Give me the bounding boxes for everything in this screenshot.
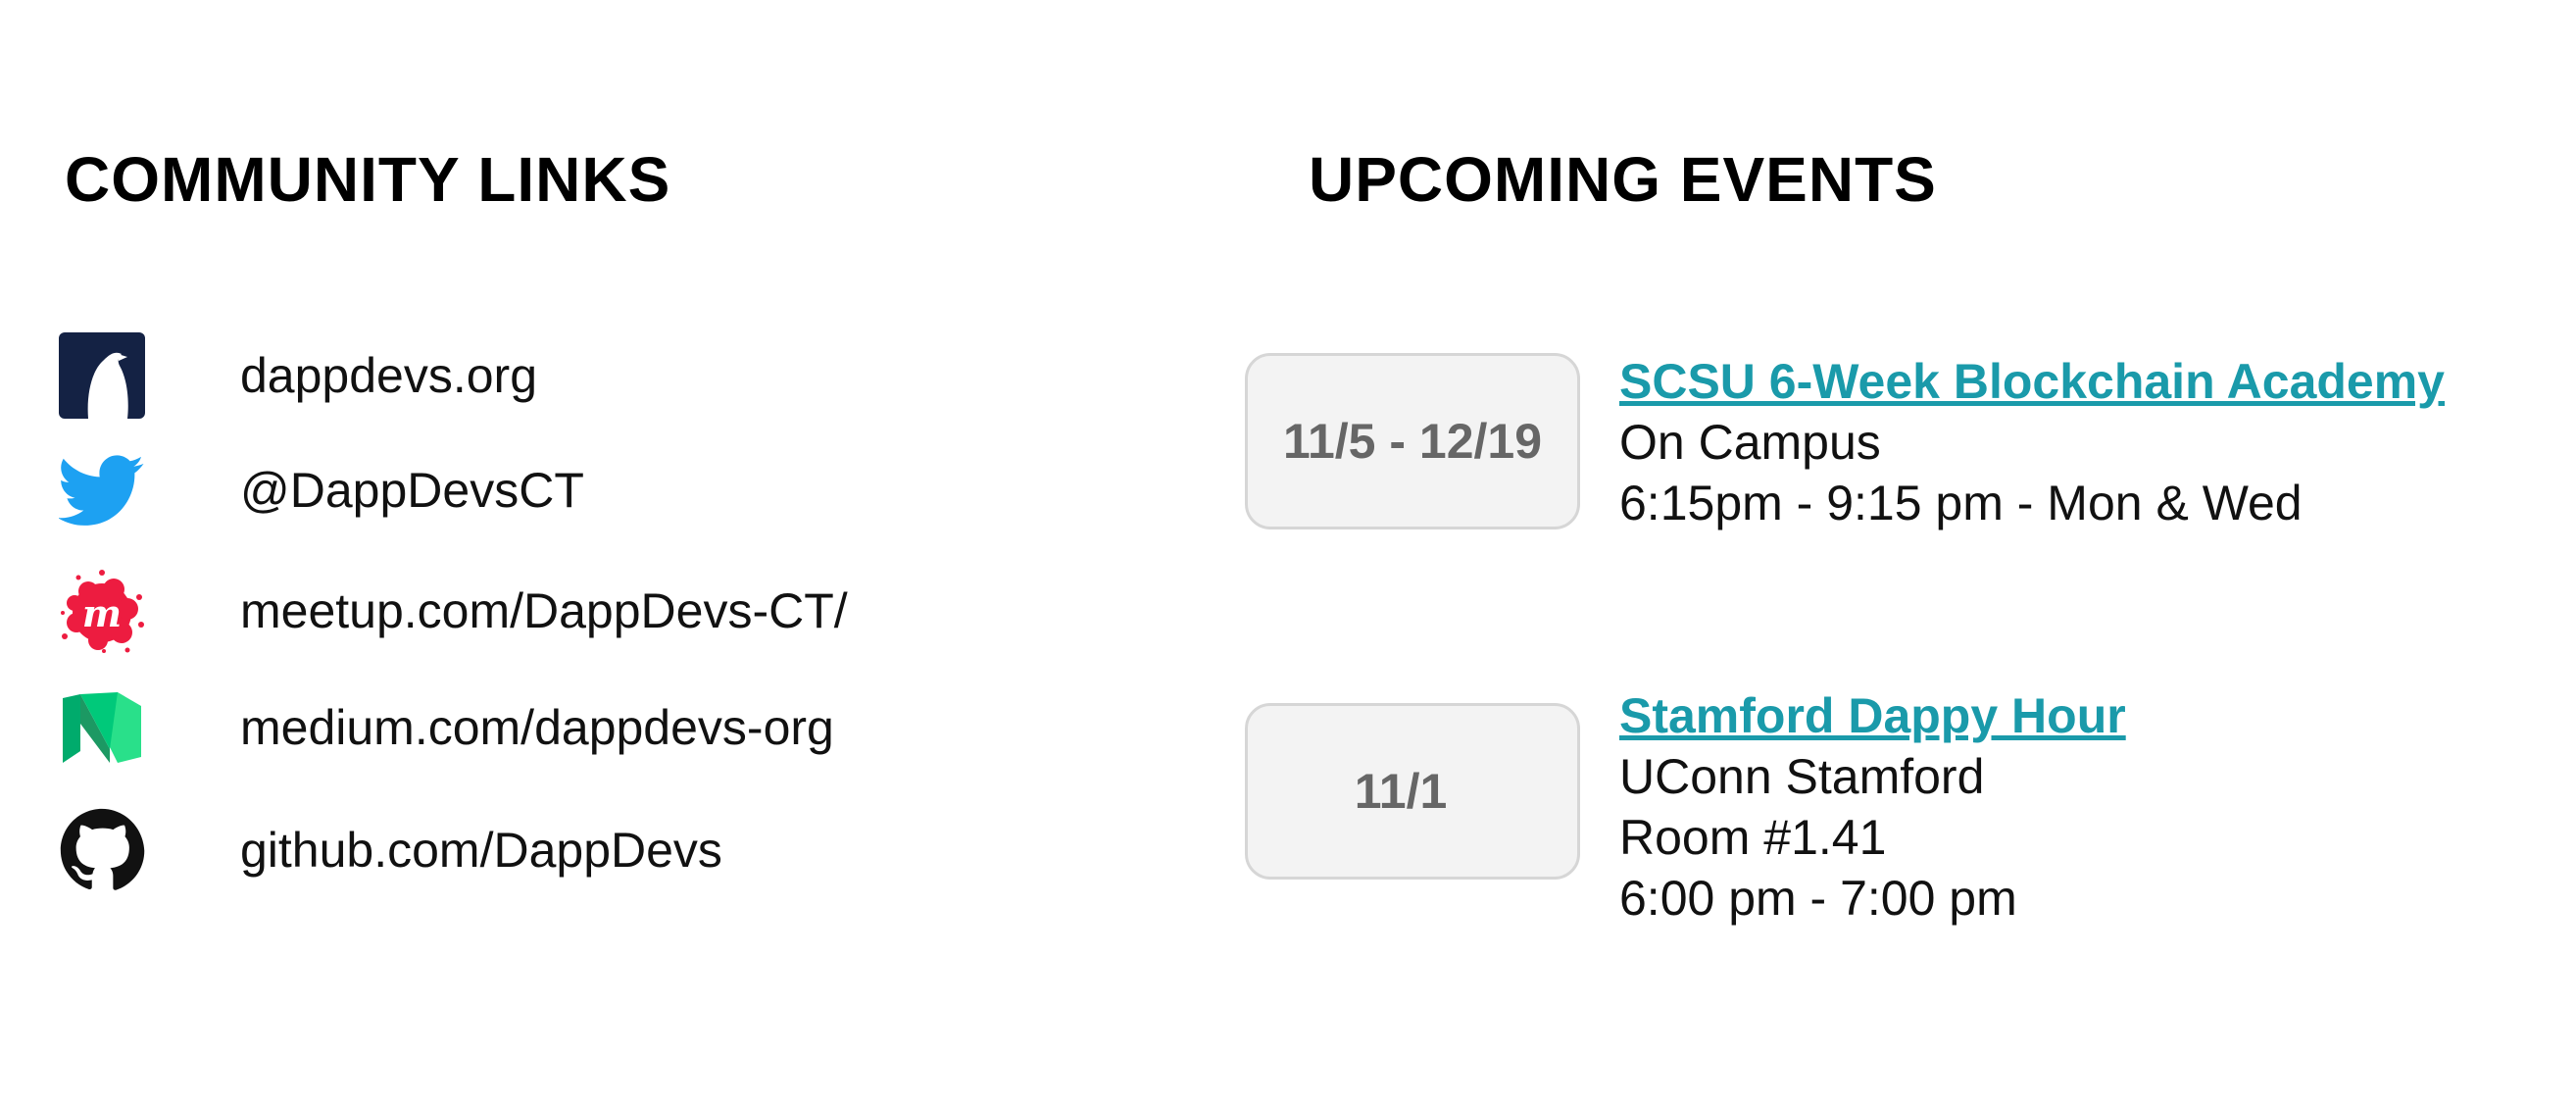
twitter-icon bbox=[59, 455, 144, 526]
github-icon bbox=[60, 808, 145, 890]
link-text[interactable]: @DappDevsCT bbox=[240, 462, 584, 519]
event-date-badge: 11/1 bbox=[1245, 703, 1580, 880]
upcoming-events-heading: UPCOMING EVENTS bbox=[1309, 144, 1937, 215]
event-location: UConn Stamford bbox=[1619, 749, 1985, 804]
link-twitter[interactable]: @DappDevsCT bbox=[59, 446, 584, 534]
event-time: 6:15pm - 9:15 pm - Mon & Wed bbox=[1619, 476, 2303, 530]
link-medium[interactable]: medium.com/dappdevs-org bbox=[59, 683, 834, 772]
meetup-icon: m bbox=[61, 570, 144, 653]
event-room: Room #1.41 bbox=[1619, 810, 1887, 865]
link-text[interactable]: medium.com/dappdevs-org bbox=[240, 699, 834, 756]
event-title-link[interactable]: Stamford Dappy Hour bbox=[1619, 685, 2126, 746]
link-text[interactable]: meetup.com/DappDevs-CT/ bbox=[240, 582, 848, 639]
link-github[interactable]: github.com/DappDevs bbox=[59, 806, 722, 894]
event-title-link[interactable]: SCSU 6-Week Blockchain Academy bbox=[1619, 351, 2445, 412]
link-dappdevs-org[interactable]: dappdevs.org bbox=[59, 331, 537, 420]
event-details: SCSU 6-Week Blockchain Academy On Campus… bbox=[1619, 351, 2445, 533]
link-text[interactable]: github.com/DappDevs bbox=[240, 822, 722, 879]
community-links-heading: COMMUNITY LINKS bbox=[65, 144, 671, 215]
event-date-badge: 11/5 - 12/19 bbox=[1245, 353, 1580, 529]
medium-icon bbox=[63, 692, 141, 763]
svg-text:m: m bbox=[82, 591, 122, 635]
link-meetup[interactable]: m meetup.com/DappDevs-CT/ bbox=[59, 567, 848, 655]
link-text[interactable]: dappdevs.org bbox=[240, 347, 537, 404]
event-time: 6:00 pm - 7:00 pm bbox=[1619, 871, 2017, 926]
dappdevs-penguin-icon bbox=[59, 332, 145, 419]
event-location: On Campus bbox=[1619, 415, 1881, 470]
event-details: Stamford Dappy Hour UConn Stamford Room … bbox=[1619, 685, 2126, 929]
